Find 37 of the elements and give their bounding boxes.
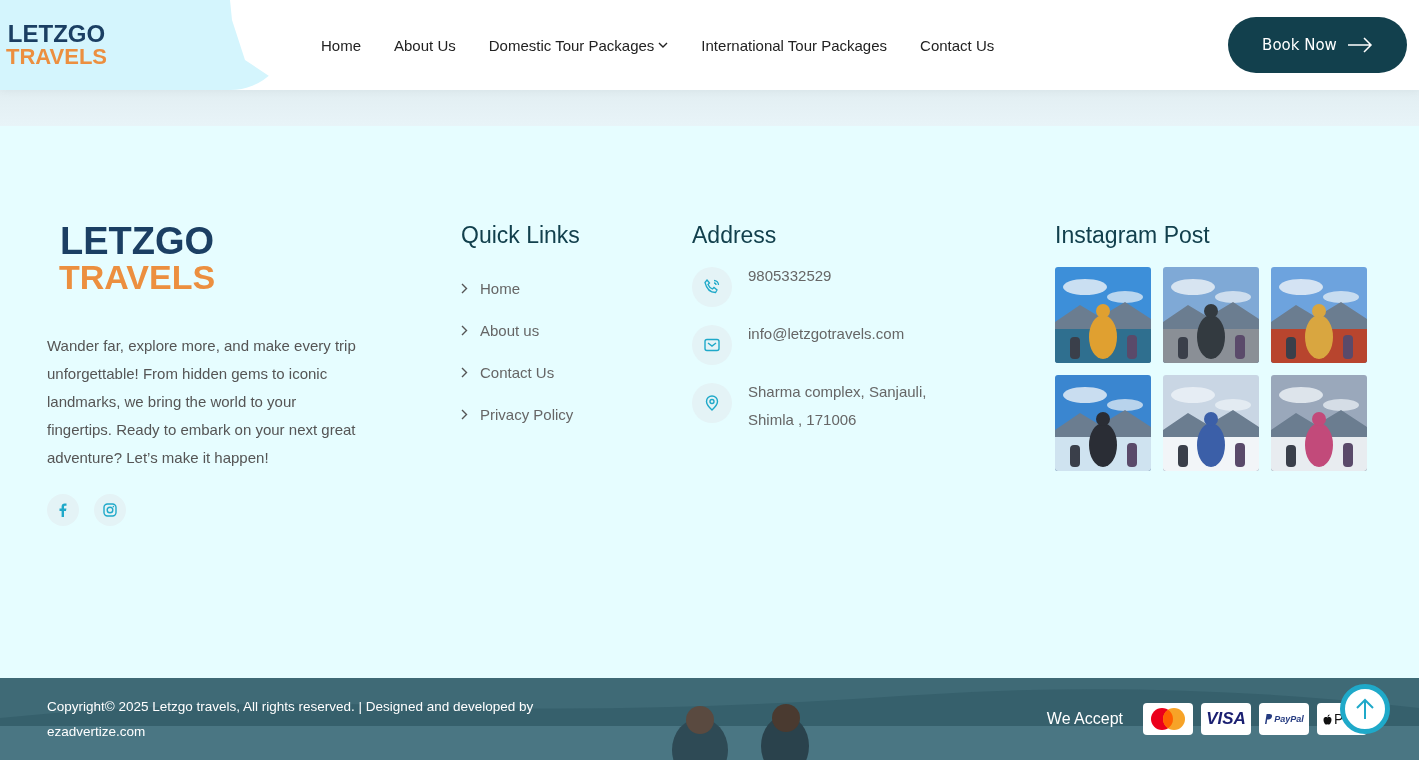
chevron-icon — [461, 366, 468, 378]
book-now-button[interactable]: Book Now — [1228, 17, 1407, 73]
copyright-text: Copyright© 2025 Letzgo travels, All rights reserved. | Designed and developed by ezadvertize.com — [47, 698, 535, 741]
nav-link[interactable]: International Tour Packages — [701, 36, 888, 54]
visa-card: VISA — [1201, 703, 1251, 735]
nav-link[interactable]: About Us — [394, 36, 456, 54]
paypal-card: PayPal — [1259, 703, 1309, 735]
nav-link[interactable]: Contact Us — [920, 36, 995, 54]
we-accept-label: We Accept — [1046, 710, 1123, 728]
apple-icon — [1323, 713, 1332, 725]
nav-link[interactable]: Domestic Tour Packages — [488, 36, 669, 54]
section-title: Quick Links — [461, 222, 581, 249]
location-icon — [692, 383, 732, 423]
arrow-up-icon — [1355, 698, 1375, 720]
about-text: Wander far, explore more, and make every trip unforgettable! From hidden gems to iconic landmarks, we bring the world to your fingertips. Ready to embark on your next great adventure? Let’s make it happen! — [47, 336, 357, 468]
footer-link[interactable]: Privacy Policy — [461, 393, 692, 435]
arrow-icon — [1346, 37, 1373, 53]
logo: LETZGO TRAVELS — [59, 222, 216, 294]
chevron-icon — [461, 408, 468, 420]
email-icon — [692, 325, 732, 365]
section-title: Address — [692, 222, 778, 249]
instagram-icon[interactable] — [94, 494, 126, 526]
section-title: Instagram Post — [1055, 222, 1211, 249]
chevron-icon — [461, 324, 468, 336]
facebook-icon[interactable] — [47, 494, 79, 526]
footer-link[interactable]: Contact Us — [461, 351, 692, 393]
chevron-icon — [461, 282, 468, 294]
mastercard-icon — [1143, 703, 1193, 735]
footer-link[interactable]: About us — [461, 309, 692, 351]
contact-text: 9805332529 — [748, 266, 833, 286]
nav-link[interactable]: Home — [321, 36, 361, 54]
logo[interactable]: LETZGO TRAVELS — [6, 22, 108, 68]
phone-icon — [692, 267, 732, 307]
footer-link[interactable]: Home — [461, 267, 692, 309]
paypal-logo-icon — [1264, 714, 1273, 724]
contact-text: Sharma complex, Sanjauli, Shimla , 171006 — [748, 382, 928, 430]
contact-text: info@letzgotravels.com — [748, 324, 906, 344]
